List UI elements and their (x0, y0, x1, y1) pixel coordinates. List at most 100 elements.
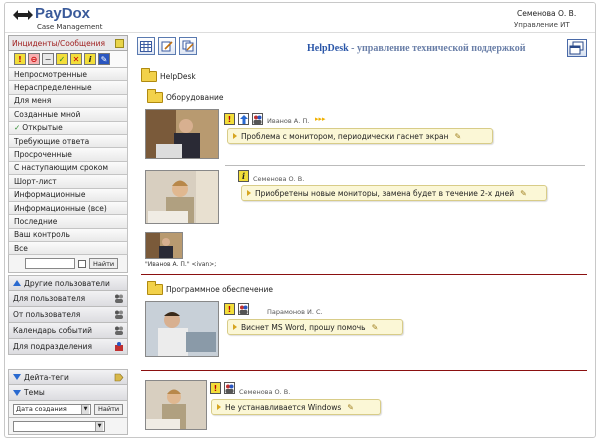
minus-circle-icon[interactable]: ⊖ (28, 53, 40, 65)
main-content: HelpDesk - управление технической поддер… (137, 35, 593, 437)
link-label: От пользователя (13, 310, 81, 320)
department-icon (115, 342, 123, 352)
folder-software[interactable]: Программное обеспечение (147, 281, 273, 295)
sidebar-item-info-all[interactable]: Информационные (все) (8, 201, 128, 216)
users-icon (115, 310, 123, 320)
pencil-icon[interactable]: ✎ (520, 189, 527, 198)
item-divider (225, 165, 585, 166)
topics-sort-row: Дата создания ▼ Найти (8, 401, 128, 419)
sidebar-item-your-control[interactable]: Ваш контроль (8, 228, 128, 243)
users-icon (115, 294, 123, 304)
sidebar-link-for-user[interactable]: Для пользователя (8, 291, 128, 308)
date-tags-header[interactable]: Дейта-теги (8, 369, 128, 386)
priority-high-icon: ! (224, 303, 235, 315)
link-label: Для пользователя (13, 294, 86, 304)
sidebar-item-shortlist[interactable]: Шорт-лист (8, 175, 128, 189)
sidebar-link-from-user[interactable]: От пользователя (8, 307, 128, 324)
sidebar-menu: Непросмотренные Нераспределенные Для мен… (8, 68, 128, 256)
sidebar-item-recent[interactable]: Последние (8, 215, 128, 229)
triple-arrow-icon: ▸▸▸ (315, 115, 326, 123)
topics-header[interactable]: Темы (8, 385, 128, 402)
sidebar-search-button[interactable]: Найти (89, 258, 119, 270)
exclamation-icon[interactable]: ! (14, 53, 26, 65)
info-icon[interactable]: i (84, 53, 96, 65)
other-users-header[interactable]: Другие пользователи (8, 275, 128, 292)
message-windows-install[interactable]: Не устанавливается Windows ✎ (211, 399, 381, 415)
message-text: Не устанавливается Windows (225, 402, 342, 412)
sidebar-item-info[interactable]: Информационные (8, 188, 128, 202)
sidebar-item-open[interactable]: ✓ Открытые (8, 121, 128, 135)
sidebar-item-for-me[interactable]: Для меня (8, 94, 128, 109)
item-author: Парамонов И. С. (267, 308, 323, 316)
users-icon (224, 382, 235, 394)
item-author: Семенова О. В. (239, 388, 291, 396)
folder-separator (141, 274, 587, 275)
edit-icon[interactable]: ✎ (98, 53, 110, 65)
header: PayDox Case Management Семенова О. В. Уп… (5, 3, 595, 33)
check-icon: ✓ (14, 123, 21, 133)
sidebar-item-upcoming[interactable]: С наступающим сроком (8, 161, 128, 176)
edit-document-icon[interactable] (158, 37, 176, 55)
sort-select[interactable]: Дата создания ▼ (13, 403, 91, 415)
folder-root-label: HelpDesk (160, 72, 196, 81)
users-icon (252, 113, 263, 125)
check-icon[interactable]: ✓ (56, 53, 68, 65)
sidebar-item-created-by-me[interactable]: Созданные мной (8, 108, 128, 122)
cross-icon[interactable]: ✕ (70, 53, 82, 65)
folder-hardware[interactable]: Оборудование (147, 89, 224, 103)
folder-icon (147, 281, 163, 295)
chevron-down-icon: ▼ (95, 421, 103, 431)
photo-ivanov (145, 109, 219, 159)
item-author: Иванов А. П. (267, 117, 310, 125)
priority-high-icon: ! (210, 382, 221, 394)
grid-view-icon[interactable] (137, 37, 155, 55)
person-photo-icon (146, 302, 218, 356)
person-photo-icon (146, 110, 218, 158)
topics-find-button[interactable]: Найти (94, 403, 124, 415)
chevron-down-icon: ▼ (81, 404, 89, 414)
minus-icon[interactable]: − (42, 53, 54, 65)
sidebar-item-unassigned[interactable]: Нераспределенные (8, 81, 128, 95)
photo-paramonov (145, 301, 219, 357)
sidebar-search-input[interactable] (25, 258, 75, 270)
pencil-icon[interactable]: ✎ (372, 323, 379, 332)
topics-select-row: ▼ (8, 418, 128, 436)
copy-document-icon[interactable] (179, 37, 197, 55)
sidebar-item-unviewed[interactable]: Непросмотренные (8, 68, 128, 82)
current-user-name[interactable]: Семенова О. В. (517, 9, 576, 18)
triangle-bullet-icon (233, 133, 237, 139)
person-photo-icon (146, 233, 182, 258)
topics-label: Темы (24, 388, 45, 398)
sidebar-link-department[interactable]: Для подразделения (8, 339, 128, 356)
message-text: Виснет MS Word, прошу помочь (241, 322, 366, 332)
sort-select-value: Дата создания (16, 405, 67, 414)
link-label: Календарь событий (13, 326, 92, 336)
page-title: HelpDesk - управление технической поддер… (307, 43, 526, 54)
sidebar: Инциденты/Сообщения ! ⊖ − ✓ ✕ i ✎ Непрос… (8, 35, 128, 437)
window-toggle-icon[interactable] (567, 39, 587, 57)
sidebar-link-calendar[interactable]: Календарь событий (8, 323, 128, 340)
person-photo-icon (146, 381, 206, 429)
pencil-icon[interactable]: ✎ (455, 132, 462, 141)
folder-icon (147, 89, 163, 103)
message-monitor-problem[interactable]: Проблема с монитором, периодически гасне… (227, 128, 493, 144)
sidebar-item-overdue[interactable]: Просроченные (8, 148, 128, 162)
photo-ivanov-small (145, 232, 183, 259)
sidebar-item-awaiting-reply[interactable]: Требующие ответа (8, 134, 128, 149)
photo-semenova-2 (145, 380, 207, 430)
message-word-hangs[interactable]: Виснет MS Word, прошу помочь ✎ (227, 319, 403, 335)
pencil-icon[interactable]: ✎ (347, 403, 354, 412)
logo-subtitle: Case Management (37, 23, 103, 31)
folder-icon (141, 68, 157, 82)
sidebar-item-all[interactable]: Все (8, 242, 128, 256)
triangle-bullet-icon (247, 190, 251, 196)
folder-root[interactable]: HelpDesk (141, 68, 196, 82)
search-checkbox[interactable] (78, 259, 86, 268)
message-new-monitors[interactable]: Приобретены новые мониторы, замена будет… (241, 185, 547, 201)
message-text: Приобретены новые мониторы, замена будет… (255, 188, 515, 198)
info-icon: i (238, 170, 249, 182)
sidebar-section-title[interactable]: Инциденты/Сообщения (8, 35, 128, 51)
page-title-desc: - управление технической поддержкой (348, 43, 526, 54)
folder-software-label: Программное обеспечение (166, 285, 273, 294)
topics-select[interactable]: ▼ (13, 420, 105, 432)
